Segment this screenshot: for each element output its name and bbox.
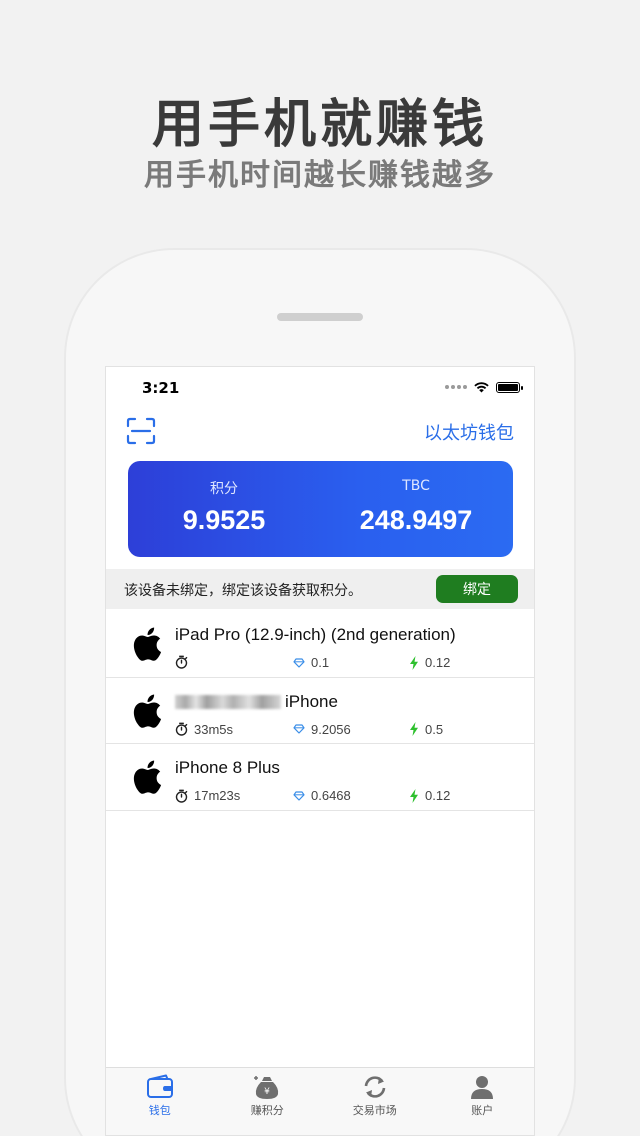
device-item[interactable]: iPad Pro (12.9-inch) (2nd generation) 0.…	[106, 611, 534, 678]
tab-market[interactable]: 交易市场	[321, 1068, 429, 1135]
apple-icon	[133, 627, 162, 661]
redacted-owner-name	[175, 695, 281, 710]
stopwatch-icon	[175, 789, 188, 803]
tab-bar: 钱包 ¥ 赚积分 交易市场 账户	[106, 1067, 535, 1135]
tab-earn-points[interactable]: ¥ 赚积分	[214, 1068, 322, 1135]
svg-text:¥: ¥	[264, 1087, 270, 1097]
wifi-icon	[474, 382, 489, 393]
diamond-icon	[293, 790, 305, 801]
energy-value: 0.12	[425, 655, 451, 670]
apple-icon	[133, 760, 162, 794]
points-earned: 0.6468	[311, 788, 351, 803]
device-energy: 0.12	[409, 788, 450, 803]
promo-title: 用手机就赚钱	[151, 95, 488, 155]
points-balance: 积分 9.9525	[128, 461, 320, 557]
points-value: 9.9525	[182, 505, 266, 535]
scan-icon[interactable]	[126, 417, 156, 445]
tab-label: 钱包	[148, 1104, 171, 1117]
device-name: iPad Pro (12.9-inch) (2nd generation)	[175, 625, 456, 644]
device-points: 0.1	[293, 655, 329, 670]
bind-button[interactable]: 绑定	[436, 575, 518, 603]
tbc-value: 248.9497	[359, 505, 473, 535]
exchange-icon	[364, 1076, 386, 1098]
device-online-time	[175, 655, 194, 669]
apple-icon	[133, 694, 162, 728]
device-points: 9.2056	[293, 722, 351, 737]
wallet-icon	[146, 1074, 173, 1098]
diamond-icon	[293, 657, 305, 668]
stopwatch-icon	[175, 722, 188, 736]
device-online-time: 33m5s	[175, 722, 233, 737]
device-name: iPhone	[175, 692, 338, 712]
device-energy: 0.5	[409, 722, 443, 737]
tab-label: 赚积分	[250, 1104, 284, 1117]
tbc-balance: TBC 248.9497	[320, 461, 512, 557]
money-bag-icon: ¥	[254, 1076, 279, 1099]
signal-icon	[445, 385, 467, 389]
energy-value: 0.12	[425, 788, 451, 803]
tab-wallet[interactable]: 钱包	[106, 1068, 214, 1135]
tbc-label: TBC	[402, 478, 430, 494]
tab-label: 交易市场	[352, 1104, 397, 1117]
device-energy: 0.12	[409, 655, 450, 670]
device-item[interactable]: iPhone 33m5s 9.2056 0.5	[106, 678, 534, 744]
time-value: 33m5s	[194, 721, 234, 737]
points-earned: 9.2056	[311, 721, 351, 737]
lightning-icon	[410, 655, 418, 670]
balance-card: 积分 9.9525 TBC 248.9497	[128, 461, 513, 557]
unbound-notice: 该设备未绑定，绑定该设备获取积分。 绑定	[106, 569, 534, 609]
status-icons	[445, 381, 523, 393]
device-online-time: 17m23s	[175, 788, 240, 803]
battery-icon	[496, 381, 523, 393]
time-value: 17m23s	[194, 788, 241, 803]
notice-text: 该设备未绑定，绑定该设备获取积分。	[124, 583, 362, 599]
phone-speaker	[277, 313, 363, 321]
stopwatch-icon	[175, 655, 188, 669]
points-label: 积分	[210, 481, 238, 497]
person-icon	[471, 1076, 494, 1099]
points-earned: 0.1	[311, 655, 330, 670]
device-points: 0.6468	[293, 788, 351, 803]
status-bar: 3:21	[106, 367, 534, 407]
diamond-icon	[293, 724, 305, 734]
tab-label: 账户	[471, 1104, 494, 1117]
tab-account[interactable]: 账户	[429, 1068, 535, 1135]
lightning-icon	[410, 788, 418, 803]
promo-subtitle: 用手机时间越长赚钱越多	[144, 158, 496, 193]
app-screen: 3:21 以太坊钱包 积分 9.9525 TBC 248.9497 该设备未绑定…	[105, 366, 535, 1136]
device-list: iPad Pro (12.9-inch) (2nd generation) 0.…	[106, 611, 534, 811]
ethereum-wallet-link[interactable]: 以太坊钱包	[424, 419, 514, 445]
device-name: iPhone 8 Plus	[175, 758, 280, 777]
status-time: 3:21	[142, 379, 180, 397]
energy-value: 0.5	[425, 721, 444, 737]
device-item[interactable]: iPhone 8 Plus 17m23s 0.6468 0.12	[106, 744, 534, 811]
lightning-icon	[410, 722, 418, 736]
